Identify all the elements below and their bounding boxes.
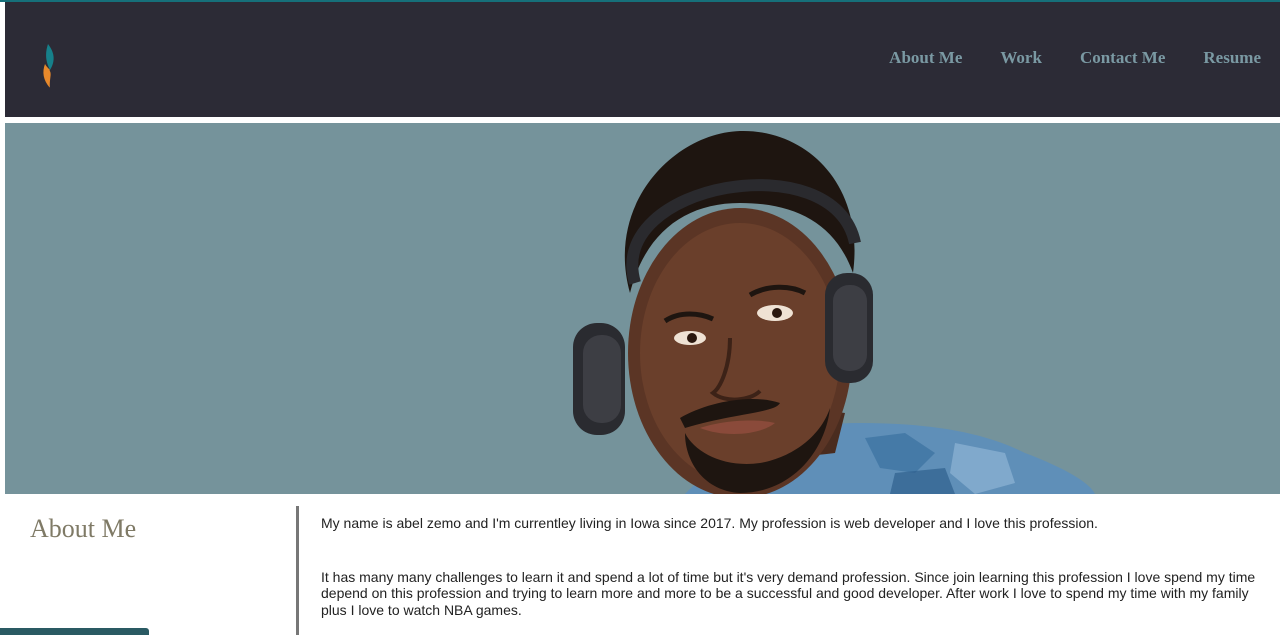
nav-work[interactable]: Work: [1000, 48, 1042, 68]
nav-resume[interactable]: Resume: [1203, 48, 1261, 68]
hero-banner: [5, 123, 1280, 494]
nav-about-me[interactable]: About Me: [889, 48, 962, 68]
about-divider: [296, 506, 299, 635]
page: About Me Work Contact Me Resume About Me…: [0, 0, 1280, 635]
about-text: My name is abel zemo and I'm currentley …: [321, 515, 1261, 618]
nav-contact-me[interactable]: Contact Me: [1080, 48, 1165, 68]
flame-logo-icon[interactable]: [38, 42, 62, 90]
about-title: About Me: [30, 514, 137, 543]
about-paragraph-1: My name is abel zemo and I'm currentley …: [321, 515, 1098, 531]
status-link-preview: [0, 628, 149, 635]
portrait-photo: [573, 130, 1095, 494]
about-paragraph-2: It has many many challenges to learn it …: [321, 568, 1256, 618]
site-header: About Me Work Contact Me Resume: [5, 2, 1280, 117]
main-nav: About Me Work Contact Me Resume: [889, 44, 1280, 72]
